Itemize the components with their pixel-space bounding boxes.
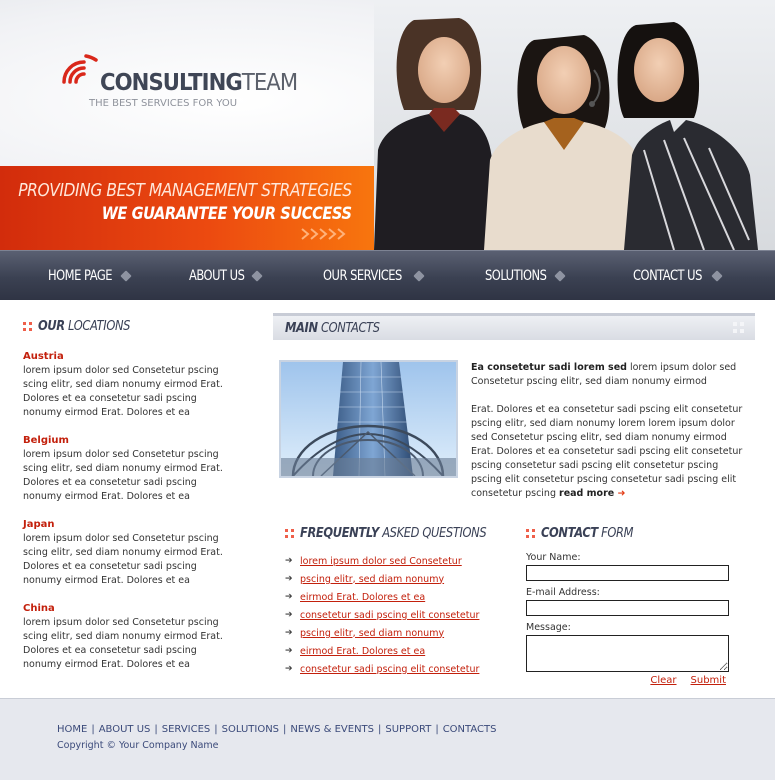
banner: PROVIDING BEST MANAGEMENT STRATEGIES WE … bbox=[0, 166, 380, 250]
nav-our-services[interactable]: OUR SERVICES bbox=[323, 251, 425, 301]
section-bullet-icon bbox=[285, 529, 294, 538]
name-label: Your Name: bbox=[526, 552, 581, 563]
faq-link[interactable]: consetetur sadi pscing elit consetetur bbox=[300, 664, 479, 675]
building-image bbox=[281, 362, 456, 476]
footer-link-support[interactable]: SUPPORT bbox=[385, 724, 431, 735]
nav-arrow-icon bbox=[554, 270, 566, 282]
arrow-right-icon: ➜ bbox=[617, 488, 626, 499]
nav-about-us[interactable]: ABOUT US bbox=[189, 251, 263, 301]
location-belgium: Belgium lorem ipsum dolor sed Consetetur… bbox=[23, 435, 223, 504]
banner-subheadline: WE GUARANTEE YOUR SUCCESS bbox=[102, 204, 352, 224]
faq-link[interactable]: pscing elitr, sed diam nonumy bbox=[300, 574, 444, 585]
location-austria: Austria lorem ipsum dolor sed Consetetur… bbox=[23, 351, 223, 420]
location-name: Austria bbox=[23, 351, 64, 362]
nav-solutions[interactable]: SOLUTIONS bbox=[485, 251, 566, 301]
main-contacts-text: Ea consetetur sadi lorem sed lorem ipsum… bbox=[471, 361, 743, 515]
arrow-right-icon: ➔ bbox=[285, 556, 293, 566]
footer-links: HOME | ABOUT US | SERVICES | SOLUTIONS | NEWS & … bbox=[57, 724, 497, 735]
faq-heading: FREQUENTLY ASKED QUESTIONS bbox=[285, 526, 512, 541]
location-text: lorem ipsum dolor sed Consetetur pscing … bbox=[23, 617, 223, 670]
nav-arrow-icon bbox=[250, 270, 263, 282]
nav-home-page[interactable]: HOME PAGE bbox=[48, 251, 132, 301]
lead-paragraph: Ea consetetur sadi lorem sed lorem ipsum… bbox=[471, 362, 737, 387]
faq-link[interactable]: eirmod Erat. Dolores et ea bbox=[300, 646, 425, 657]
footer-link-news-events[interactable]: NEWS & EVENTS bbox=[290, 724, 374, 735]
message-field[interactable] bbox=[526, 635, 729, 672]
copyright-text: Copyright © Your Company Name bbox=[57, 740, 219, 751]
logo-tagline: THE BEST SERVICES FOR YOU bbox=[89, 98, 238, 109]
nav-arrow-icon bbox=[711, 270, 723, 282]
faq-item: ➔ pscing elitr, sed diam nonumy bbox=[285, 570, 495, 588]
footer-link-services[interactable]: SERVICES bbox=[162, 724, 211, 735]
faq-link[interactable]: pscing elitr, sed diam nonumy bbox=[300, 628, 444, 639]
arrow-right-icon: ➔ bbox=[285, 610, 293, 620]
location-name: Japan bbox=[23, 519, 55, 530]
main-contacts-header: MAIN CONTACTS bbox=[273, 313, 755, 340]
arrow-right-icon: ➔ bbox=[285, 646, 293, 656]
footer: HOME | ABOUT US | SERVICES | SOLUTIONS | NEWS & … bbox=[0, 698, 775, 780]
location-text: lorem ipsum dolor sed Consetetur pscing … bbox=[23, 533, 223, 586]
nav-contact-us[interactable]: CONTACT US bbox=[633, 251, 723, 301]
nav-arrow-icon bbox=[413, 270, 425, 282]
contact-form-heading: CONTACT FORM bbox=[526, 526, 646, 541]
submit-button[interactable]: Submit bbox=[691, 675, 726, 686]
faq-link[interactable]: consetetur sadi pscing elit consetetur bbox=[300, 610, 479, 621]
read-more-link[interactable]: read more ➜ bbox=[559, 488, 625, 499]
faq-list: ➔ lorem ipsum dolor sed Consetetur ➔ pscin… bbox=[285, 552, 495, 678]
email-label: E-mail Address: bbox=[526, 587, 600, 598]
team-photo bbox=[374, 0, 775, 250]
chevrons-icon bbox=[301, 228, 346, 240]
form-buttons: Clear Submit bbox=[526, 675, 726, 686]
banner-headline: PROVIDING BEST MANAGEMENT STRATEGIES bbox=[18, 180, 353, 201]
arrow-right-icon: ➔ bbox=[285, 628, 293, 638]
faq-item: ➔ consetetur sadi pscing elit consetetur bbox=[285, 606, 495, 624]
name-field[interactable] bbox=[526, 565, 729, 581]
location-text: lorem ipsum dolor sed Consetetur pscing … bbox=[23, 365, 223, 418]
faq-link[interactable]: lorem ipsum dolor sed Consetetur bbox=[300, 556, 462, 567]
main-contacts-heading: MAIN CONTACTS bbox=[285, 321, 380, 336]
footer-link-about-us[interactable]: ABOUT US bbox=[99, 724, 151, 735]
message-label: Message: bbox=[526, 622, 571, 633]
location-japan: Japan lorem ipsum dolor sed Consetetur p… bbox=[23, 519, 223, 588]
clear-button[interactable]: Clear bbox=[650, 675, 676, 686]
footer-link-home[interactable]: HOME bbox=[57, 724, 87, 735]
location-text: lorem ipsum dolor sed Consetetur pscing … bbox=[23, 449, 223, 502]
faq-item: ➔ eirmod Erat. Dolores et ea bbox=[285, 642, 495, 660]
grid-dots-icon bbox=[733, 322, 744, 333]
faq-item: ➔ pscing elitr, sed diam nonumy bbox=[285, 624, 495, 642]
arrow-right-icon: ➔ bbox=[285, 664, 293, 674]
location-name: China bbox=[23, 603, 55, 614]
contact-form: Your Name: E-mail Address: Message: bbox=[526, 552, 731, 672]
building-photo bbox=[279, 360, 458, 478]
locations-heading: OUR LOCATIONS bbox=[23, 319, 143, 334]
arrow-right-icon: ➔ bbox=[285, 574, 293, 584]
nav-arrow-icon bbox=[120, 270, 132, 282]
location-name: Belgium bbox=[23, 435, 69, 446]
faq-item: ➔ consetetur sadi pscing elit consetetur bbox=[285, 660, 495, 678]
body-paragraph: Erat. Dolores et ea consetetur sadi psci… bbox=[471, 404, 743, 499]
footer-link-solutions[interactable]: SOLUTIONS bbox=[222, 724, 279, 735]
faq-link[interactable]: eirmod Erat. Dolores et ea bbox=[300, 592, 425, 603]
faq-item: ➔ eirmod Erat. Dolores et ea bbox=[285, 588, 495, 606]
header: CONSULTINGTEAM THE BEST SERVICES FOR YOU… bbox=[0, 0, 775, 250]
main-navigation: HOME PAGE ABOUT US OUR SERVICES SOLUTION… bbox=[0, 250, 775, 300]
logo-text: CONSULTINGTEAM bbox=[100, 70, 298, 96]
email-field[interactable] bbox=[526, 600, 729, 616]
location-china: China lorem ipsum dolor sed Consetetur p… bbox=[23, 603, 223, 672]
arrow-right-icon: ➔ bbox=[285, 592, 293, 602]
footer-link-contacts[interactable]: CONTACTS bbox=[443, 724, 497, 735]
faq-item: ➔ lorem ipsum dolor sed Consetetur bbox=[285, 552, 495, 570]
section-bullet-icon bbox=[23, 322, 32, 331]
section-bullet-icon bbox=[526, 529, 535, 538]
